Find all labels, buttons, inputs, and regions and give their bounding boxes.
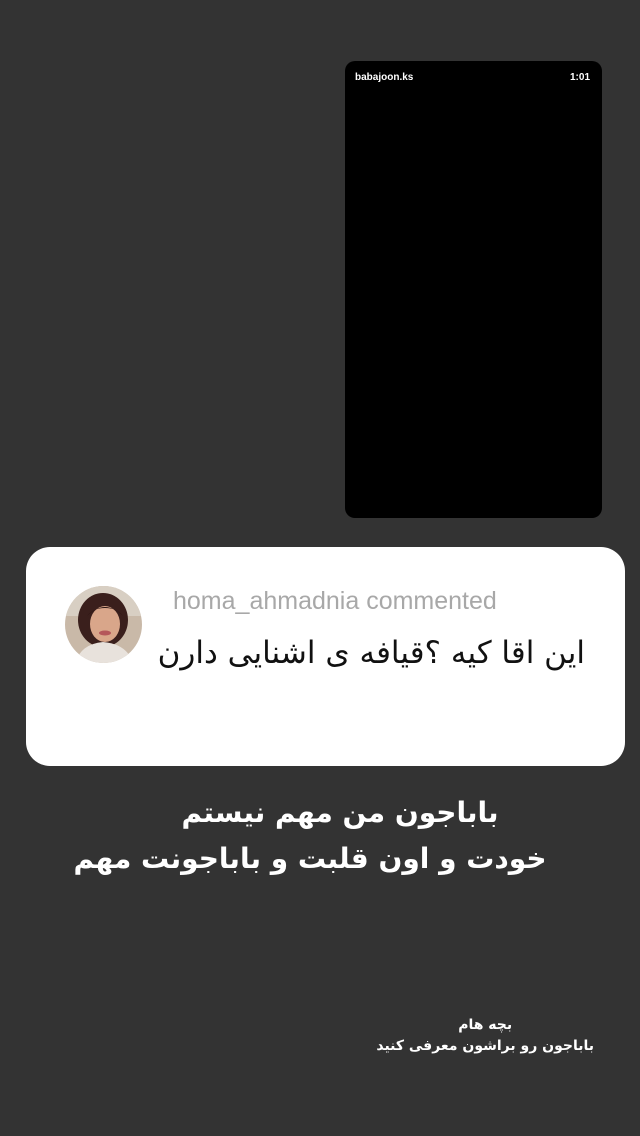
- video-username: babajoon.ks: [355, 72, 414, 83]
- footnote-line-1: بچه هام: [458, 1017, 513, 1033]
- reply-line-1: باباجون من مهم نیستم: [181, 796, 499, 829]
- reply-line-2: خودت و اون قلبت و باباجونت مهم: [73, 842, 547, 875]
- video-duration: 1:01: [569, 72, 590, 83]
- reply-text: باباجون من مهم نیستم خودت و اون قلبت و ب…: [30, 790, 590, 882]
- shared-video-preview[interactable]: babajoon.ks 1:01: [345, 61, 602, 518]
- comment-header: homa_ahmadnia commented: [173, 587, 497, 615]
- story-screen: babajoon.ks 1:01 homa_ahmadnia commented…: [0, 0, 640, 1136]
- comment-sticker[interactable]: homa_ahmadnia commented این اقا کیه ؟قیا…: [26, 547, 625, 766]
- footnote-text: بچه هام باباجون رو براشون معرفی کنید: [376, 1015, 594, 1057]
- commenter-avatar: [65, 586, 142, 663]
- comment-text: این اقا کیه ؟قیافه ی اشنایی دارن: [157, 635, 585, 671]
- avatar-photo-icon: [65, 586, 142, 663]
- footnote-line-2: باباجون رو براشون معرفی کنید: [376, 1038, 594, 1054]
